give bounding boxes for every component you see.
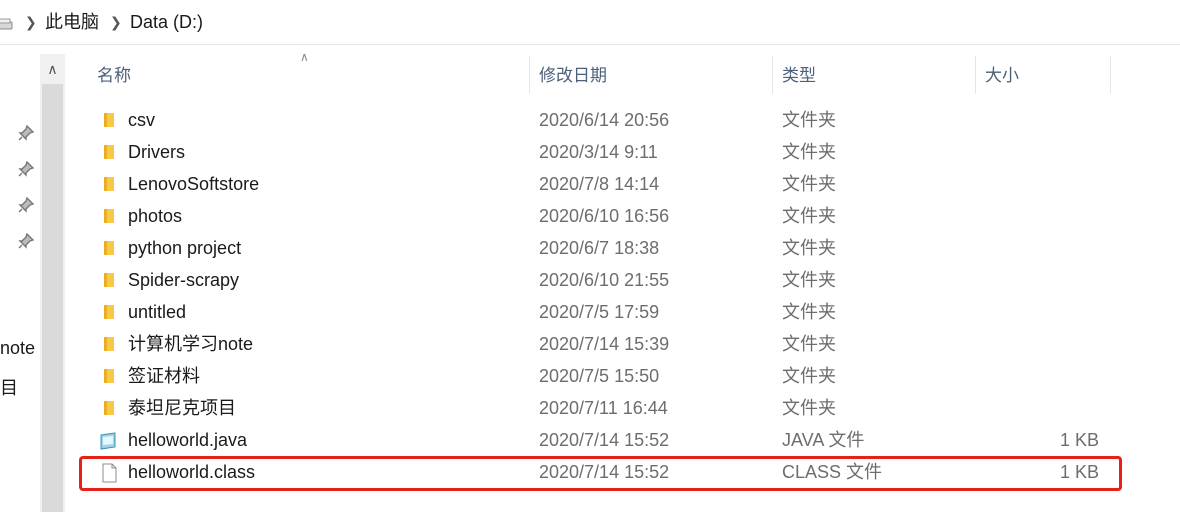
column-divider[interactable] — [1110, 56, 1111, 94]
column-divider[interactable] — [772, 56, 773, 94]
column-header-name[interactable]: 名称 — [97, 62, 527, 94]
file-size — [970, 296, 1099, 328]
file-modified-date: 2020/3/14 9:11 — [539, 142, 658, 162]
file-type: 文件夹 — [782, 270, 836, 290]
file-modified-date: 2020/7/11 16:44 — [539, 398, 668, 418]
file-size — [970, 168, 1099, 200]
pin-icon — [18, 232, 35, 249]
file-name: csv — [128, 110, 155, 130]
file-row[interactable]: 计算机学习note 2020/7/14 15:39 文件夹 — [90, 328, 1130, 360]
file-type: 文件夹 — [782, 174, 836, 194]
file-modified-date: 2020/6/7 18:38 — [539, 238, 660, 258]
folder-icon — [100, 239, 118, 257]
file-row[interactable]: csv 2020/6/14 20:56 文件夹 — [90, 104, 1130, 136]
column-header-size[interactable]: 大小 — [985, 62, 1107, 94]
file-type: JAVA 文件 — [782, 430, 865, 450]
file-size: 1 KB — [1059, 430, 1099, 450]
file-modified-date: 2020/6/14 20:56 — [539, 110, 670, 130]
file-row[interactable]: python project 2020/6/7 18:38 文件夹 — [90, 232, 1130, 264]
file-type: 文件夹 — [782, 302, 836, 322]
column-divider[interactable] — [975, 56, 976, 94]
folder-icon — [100, 271, 118, 289]
file-size — [970, 328, 1099, 360]
folder-icon — [100, 399, 118, 417]
file-type: 文件夹 — [782, 206, 836, 226]
file-size — [970, 360, 1099, 392]
drive-icon — [0, 18, 13, 30]
pin-icon — [18, 160, 35, 177]
file-type: 文件夹 — [782, 334, 836, 354]
file-name: 计算机学习note — [128, 334, 254, 354]
file-modified-date: 2020/7/14 15:39 — [539, 334, 670, 354]
file-name: 签证材料 — [128, 366, 200, 386]
breadcrumb-data-drive[interactable]: Data (D:) — [130, 11, 203, 33]
divider — [0, 44, 1180, 45]
file-name: photos — [128, 206, 183, 226]
highlight-box — [79, 456, 1122, 491]
folder-icon — [100, 335, 118, 353]
file-type: 文件夹 — [782, 238, 836, 258]
file-modified-date: 2020/7/14 15:52 — [539, 430, 670, 450]
column-header-type[interactable]: 类型 — [782, 62, 972, 94]
file-name: Spider-scrapy — [128, 270, 240, 290]
file-row[interactable]: LenovoSoftstore 2020/7/8 14:14 文件夹 — [90, 168, 1130, 200]
file-row[interactable]: 签证材料 2020/7/5 15:50 文件夹 — [90, 360, 1130, 392]
file-type: 文件夹 — [782, 398, 836, 418]
nav-item-note[interactable]: note — [0, 338, 35, 359]
file-name: Drivers — [128, 142, 185, 162]
file-size — [970, 104, 1099, 136]
file-name: python project — [128, 238, 242, 258]
navigation-pane — [0, 54, 40, 512]
file-size — [970, 136, 1099, 168]
chevron-right-icon: ❯ — [25, 14, 37, 30]
file-size — [970, 392, 1099, 424]
folder-icon — [100, 303, 118, 321]
folder-icon — [100, 175, 118, 193]
address-bar[interactable]: ❯ 此电脑 ❯ Data (D:) — [0, 0, 1180, 44]
file-name: 泰坦尼克项目 — [128, 398, 236, 418]
file-name: untitled — [128, 302, 187, 322]
file-name: LenovoSoftstore — [128, 174, 260, 194]
file-name: helloworld.java — [128, 430, 248, 450]
folder-icon — [100, 367, 118, 385]
nav-item-project[interactable]: 目 — [0, 374, 18, 400]
file-size — [970, 264, 1099, 296]
file-modified-date: 2020/7/5 15:50 — [539, 366, 660, 386]
file-type: 文件夹 — [782, 142, 836, 162]
chevron-right-icon: ❯ — [110, 14, 122, 30]
file-size — [970, 232, 1099, 264]
file-row[interactable]: 泰坦尼克项目 2020/7/11 16:44 文件夹 — [90, 392, 1130, 424]
folder-icon — [100, 111, 118, 129]
pin-icon — [18, 124, 35, 141]
pin-icon — [18, 196, 35, 213]
file-size — [970, 200, 1099, 232]
folder-icon — [100, 143, 118, 161]
file-row[interactable]: photos 2020/6/10 16:56 文件夹 — [90, 200, 1130, 232]
file-modified-date: 2020/7/8 14:14 — [539, 174, 660, 194]
file-type: 文件夹 — [782, 366, 836, 386]
column-header-date[interactable]: 修改日期 — [539, 62, 769, 94]
file-row[interactable]: untitled 2020/7/5 17:59 文件夹 — [90, 296, 1130, 328]
folder-icon — [100, 207, 118, 225]
file-row[interactable]: helloworld.java 2020/7/14 15:52 JAVA 文件 1 K… — [90, 424, 1130, 456]
breadcrumb-this-pc[interactable]: 此电脑 — [45, 11, 99, 33]
scroll-up-arrow-icon[interactable]: ∧ — [40, 56, 65, 82]
column-divider[interactable] — [529, 56, 530, 94]
file-row[interactable]: Drivers 2020/3/14 9:11 文件夹 — [90, 136, 1130, 168]
scrollbar-thumb[interactable] — [42, 84, 63, 512]
file-type: 文件夹 — [782, 110, 836, 130]
file-modified-date: 2020/6/10 16:56 — [539, 206, 670, 226]
java-file-icon — [97, 431, 119, 450]
file-row[interactable]: Spider-scrapy 2020/6/10 21:55 文件夹 — [90, 264, 1130, 296]
file-modified-date: 2020/7/5 17:59 — [539, 302, 660, 322]
file-modified-date: 2020/6/10 21:55 — [539, 270, 670, 290]
